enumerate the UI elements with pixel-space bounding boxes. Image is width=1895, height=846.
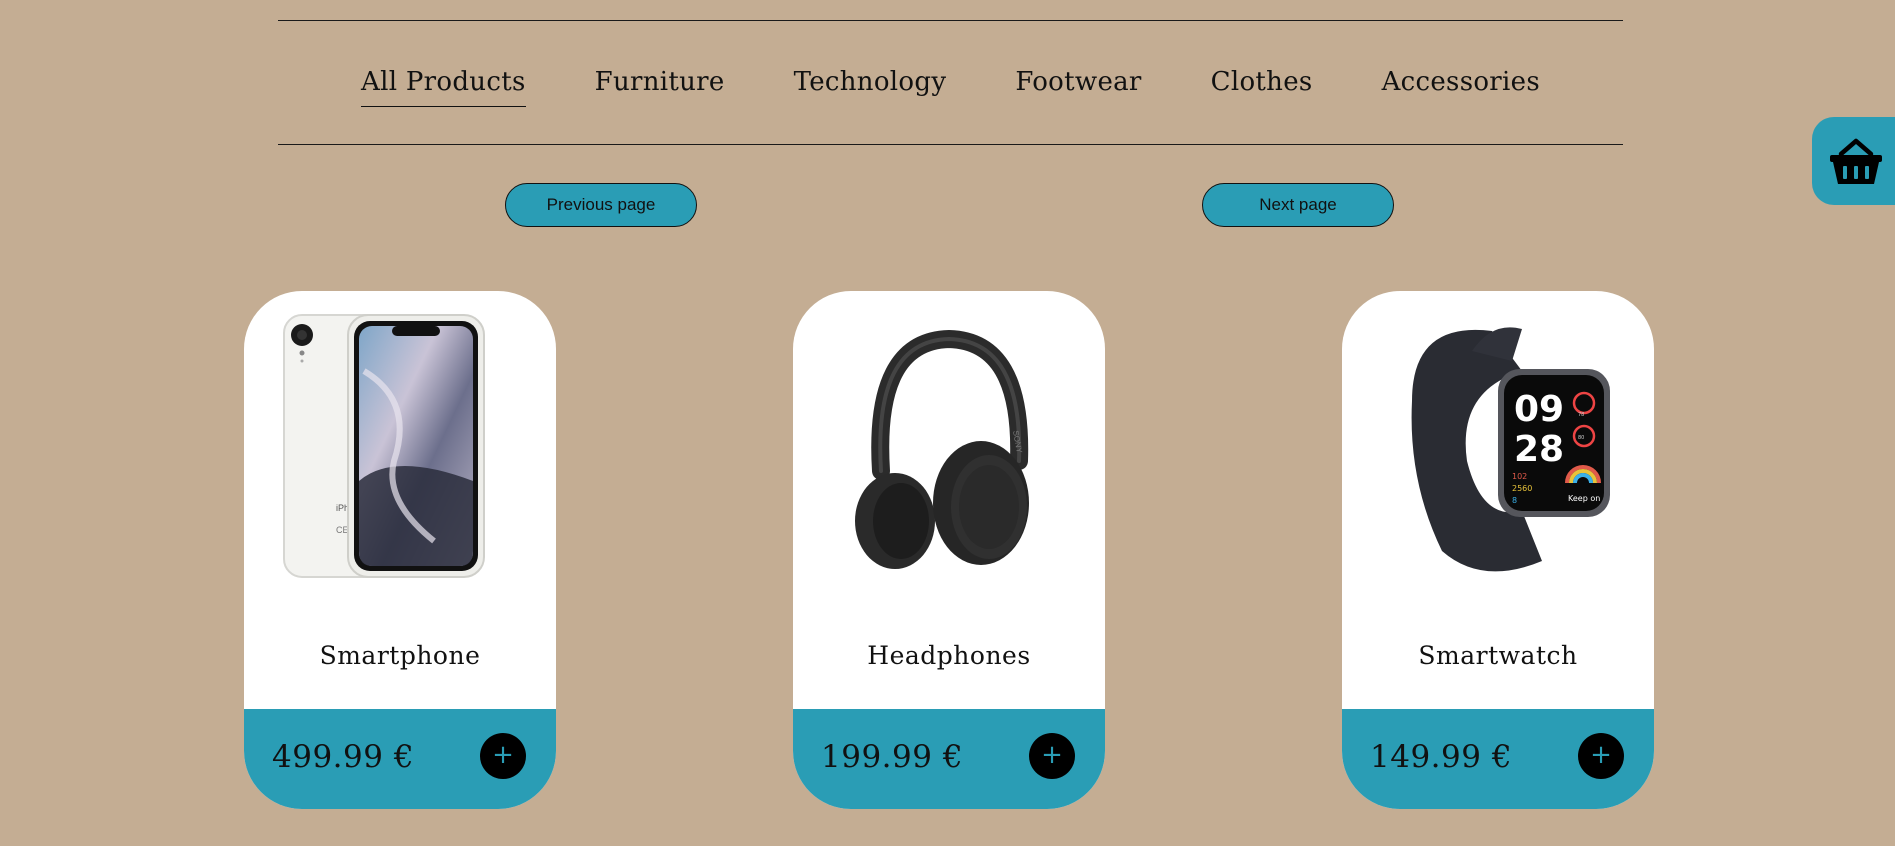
watch-heart-rate: 78	[1578, 412, 1584, 418]
nav-top-divider	[278, 20, 1623, 21]
headphones-image: SONY	[855, 329, 1029, 569]
product-card-smartwatch[interactable]: 09 28 78 80 102 2560 8 Keep on Smartwatc…	[1342, 291, 1654, 809]
watch-minute: 28	[1514, 429, 1564, 470]
product-price: 149.99 €	[1370, 739, 1513, 775]
product-footer: 499.99 € +	[244, 709, 556, 809]
product-price: 199.99 €	[821, 739, 964, 775]
nav-item-footwear[interactable]: Footwear	[1015, 58, 1141, 106]
watch-stat-1: 102	[1512, 472, 1527, 481]
nav-item-all-products[interactable]: All Products	[361, 58, 526, 107]
product-footer: 149.99 € +	[1342, 709, 1654, 809]
product-name: Smartwatch	[1418, 641, 1578, 670]
watch-motto: Keep on	[1568, 494, 1600, 503]
nav-item-clothes[interactable]: Clothes	[1211, 58, 1313, 106]
product-card-headphones[interactable]: SONY Headphones 199.99 € +	[793, 291, 1105, 809]
smartphone-image: iPho CE	[283, 314, 485, 578]
product-price: 499.99 €	[272, 739, 415, 775]
next-page-button[interactable]: Next page	[1202, 183, 1394, 227]
category-nav: All Products Furniture Technology Footwe…	[278, 58, 1623, 108]
basket-icon	[1830, 138, 1882, 184]
product-card-smartphone[interactable]: iPho CE Smartphone 499.99 € +	[244, 291, 556, 809]
smartwatch-image: 09 28 78 80 102 2560 8 Keep on	[1411, 327, 1610, 572]
nav-item-accessories[interactable]: Accessories	[1382, 58, 1540, 106]
watch-stat-2: 2560	[1512, 484, 1532, 493]
cart-button[interactable]	[1812, 117, 1895, 205]
product-footer: 199.99 € +	[793, 709, 1105, 809]
previous-page-button[interactable]: Previous page	[505, 183, 697, 227]
watch-oxygen: 80	[1578, 435, 1584, 441]
svg-text:CE: CE	[336, 525, 349, 535]
nav-item-technology[interactable]: Technology	[794, 58, 947, 106]
add-to-cart-button[interactable]: +	[1578, 733, 1624, 779]
watch-hour: 09	[1514, 389, 1564, 430]
nav-item-furniture[interactable]: Furniture	[595, 58, 725, 106]
watch-stat-3: 8	[1512, 496, 1517, 505]
add-to-cart-button[interactable]: +	[1029, 733, 1075, 779]
product-name: Smartphone	[319, 641, 481, 670]
add-to-cart-button[interactable]: +	[480, 733, 526, 779]
product-name: Headphones	[867, 641, 1031, 670]
nav-bottom-divider	[278, 144, 1623, 145]
